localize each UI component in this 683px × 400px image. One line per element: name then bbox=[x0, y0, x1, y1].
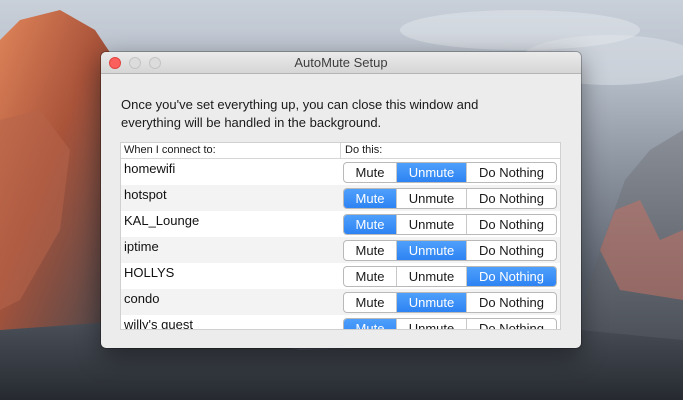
network-name: homewifi bbox=[124, 160, 176, 176]
segment-mute[interactable]: Mute bbox=[344, 318, 397, 329]
segment-mute[interactable]: Mute bbox=[344, 266, 397, 286]
segment-do-nothing[interactable]: Do Nothing bbox=[467, 266, 556, 286]
segment-unmute[interactable]: Unmute bbox=[397, 292, 467, 312]
intro-line-1: Once you've set everything up, you can c… bbox=[121, 97, 479, 112]
segment-mute[interactable]: Mute bbox=[344, 214, 397, 234]
segment-unmute[interactable]: Unmute bbox=[397, 188, 467, 208]
segment-unmute[interactable]: Unmute bbox=[397, 240, 467, 260]
table-header: When I connect to: Do this: bbox=[121, 143, 560, 159]
segment-do-nothing[interactable]: Do Nothing bbox=[467, 215, 556, 234]
intro-text: Once you've set everything up, you can c… bbox=[121, 96, 561, 132]
network-name: hotspot bbox=[124, 186, 167, 202]
segment-do-nothing[interactable]: Do Nothing bbox=[467, 241, 556, 260]
network-name: willy's guest bbox=[124, 316, 193, 330]
segment-do-nothing[interactable]: Do Nothing bbox=[467, 293, 556, 312]
segment-unmute[interactable]: Unmute bbox=[397, 318, 467, 329]
segment-unmute[interactable]: Unmute bbox=[397, 162, 467, 182]
window-title: AutoMute Setup bbox=[294, 55, 388, 70]
segment-unmute[interactable]: Unmute bbox=[397, 214, 467, 234]
action-segmented-control[interactable]: Mute Unmute Do Nothing bbox=[343, 161, 557, 183]
action-segmented-control[interactable]: Mute Unmute Do Nothing bbox=[343, 213, 557, 235]
network-name: condo bbox=[124, 290, 160, 306]
segment-mute[interactable]: Mute bbox=[344, 292, 397, 312]
segment-unmute[interactable]: Unmute bbox=[397, 266, 467, 286]
table-row[interactable]: willy's guest Mute Unmute Do Nothing bbox=[121, 315, 560, 330]
action-segmented-control[interactable]: Mute Unmute Do Nothing bbox=[343, 317, 557, 330]
network-name: KAL_Lounge bbox=[124, 212, 200, 228]
segment-do-nothing[interactable]: Do Nothing bbox=[467, 189, 556, 208]
intro-line-2: everything will be handled in the backgr… bbox=[121, 115, 382, 130]
action-segmented-control[interactable]: Mute Unmute Do Nothing bbox=[343, 291, 557, 313]
table-row[interactable]: homewifi Mute Unmute Do Nothing bbox=[121, 159, 560, 185]
network-name: HOLLYS bbox=[124, 264, 175, 280]
table-row[interactable]: KAL_Lounge Mute Unmute Do Nothing bbox=[121, 211, 560, 237]
table-row[interactable]: condo Mute Unmute Do Nothing bbox=[121, 289, 560, 315]
column-header-network[interactable]: When I connect to: bbox=[121, 143, 341, 158]
action-segmented-control[interactable]: Mute Unmute Do Nothing bbox=[343, 239, 557, 261]
automute-setup-window: AutoMute Setup Once you've set everythin… bbox=[101, 52, 581, 348]
action-segmented-control[interactable]: Mute Unmute Do Nothing bbox=[343, 265, 557, 287]
table-row[interactable]: hotspot Mute Unmute Do Nothing bbox=[121, 185, 560, 211]
table-row[interactable]: HOLLYS Mute Unmute Do Nothing bbox=[121, 263, 560, 289]
segment-mute[interactable]: Mute bbox=[344, 162, 397, 182]
action-segmented-control[interactable]: Mute Unmute Do Nothing bbox=[343, 187, 557, 209]
segment-do-nothing[interactable]: Do Nothing bbox=[467, 163, 556, 182]
table-row[interactable]: iptime Mute Unmute Do Nothing bbox=[121, 237, 560, 263]
network-rules-table: When I connect to: Do this: homewifi Mute… bbox=[120, 142, 561, 330]
network-name: iptime bbox=[124, 238, 159, 254]
window-titlebar[interactable]: AutoMute Setup bbox=[101, 52, 581, 74]
segment-mute[interactable]: Mute bbox=[344, 188, 397, 208]
segment-mute[interactable]: Mute bbox=[344, 240, 397, 260]
column-header-action[interactable]: Do this: bbox=[341, 143, 382, 158]
segment-do-nothing[interactable]: Do Nothing bbox=[467, 319, 556, 330]
table-body: homewifi Mute Unmute Do Nothing hotspot Mute U… bbox=[121, 159, 560, 330]
